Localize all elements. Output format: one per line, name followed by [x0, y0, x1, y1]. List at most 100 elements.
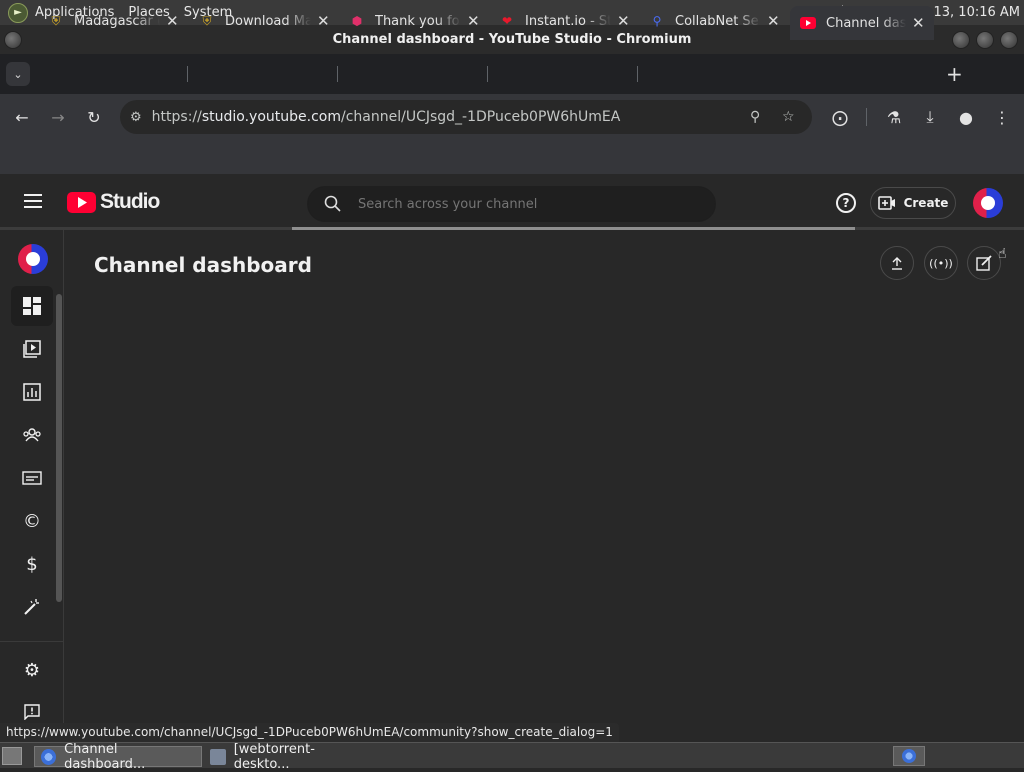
task-channel-dashboard[interactable]: Channel dashboard...	[34, 742, 202, 772]
tab-strip: ⌄	[0, 54, 1024, 94]
url-path: /channel/UCJsgd_-1DPuceb0PW6hUmEA	[340, 109, 621, 125]
reload-icon: ↻	[87, 107, 101, 127]
hexagon-heart-icon: ⬢	[351, 14, 363, 28]
sidebar-item-settings[interactable]: ⚙	[11, 650, 53, 690]
tab-divider	[487, 66, 488, 82]
gnome-foot-icon[interactable]: ►	[8, 2, 28, 23]
new-tab-button[interactable]: +	[946, 62, 963, 86]
tray-chromium-icon[interactable]	[893, 746, 925, 766]
studio-logo[interactable]: Studio	[67, 190, 160, 214]
sidebar-item-content[interactable]	[11, 329, 53, 369]
tab-madagascar[interactable]: ⛨ Madagascar ( ✕	[38, 6, 179, 36]
magnifier-icon: ⚲	[652, 14, 662, 28]
sidebar-divider	[0, 641, 64, 642]
close-window-button[interactable]	[1000, 31, 1018, 49]
help-icon: ?	[842, 196, 850, 210]
zoom-icon[interactable]: ⚲	[750, 109, 760, 125]
downloads-button[interactable]: ⤓	[916, 103, 944, 131]
tab-channel-dashboard[interactable]: Channel dash ✕	[790, 6, 934, 40]
tab-divider	[187, 66, 188, 82]
task-label: [webtorrent-deskto...	[233, 741, 315, 772]
copyright-icon: ©	[23, 510, 41, 532]
tab-title: Instant.io - St	[525, 13, 611, 29]
close-icon[interactable]: ✕	[912, 14, 925, 32]
dashboard-main: Channel dashboard ((•)) ☝	[64, 230, 1024, 742]
analytics-icon	[23, 383, 41, 401]
show-desktop-button[interactable]	[2, 747, 22, 765]
subtitles-icon	[22, 471, 42, 485]
tab-download[interactable]: ⛨ Download Ma ✕	[189, 6, 330, 36]
feedback-icon	[24, 704, 40, 720]
account-avatar[interactable]	[973, 188, 1003, 218]
browser-menu-button[interactable]: ⋮	[988, 103, 1016, 131]
channel-search[interactable]	[307, 186, 716, 222]
tab-divider	[337, 66, 338, 82]
search-input[interactable]	[358, 196, 688, 212]
extensions-button[interactable]: ⨀	[826, 103, 854, 131]
minimize-button[interactable]	[952, 31, 970, 49]
back-button[interactable]: ←	[8, 103, 36, 131]
studio-header: Studio ? Create	[0, 174, 1024, 230]
close-icon[interactable]: ✕	[467, 12, 480, 30]
upload-button[interactable]	[880, 246, 914, 280]
kebab-menu-icon: ⋮	[994, 107, 1010, 127]
close-icon[interactable]: ✕	[617, 12, 630, 30]
live-broadcast-icon: ((•))	[929, 256, 953, 270]
page-title: Channel dashboard	[94, 253, 312, 277]
tab-title: Madagascar (	[74, 13, 160, 29]
tab-collabnet[interactable]: ⚲ CollabNet Se ✕	[639, 6, 780, 36]
reload-button[interactable]: ↻	[80, 103, 108, 131]
channel-avatar[interactable]	[18, 244, 48, 274]
site-settings-icon[interactable]: ⚙	[130, 110, 142, 125]
terminal-icon	[210, 748, 226, 765]
shield-icon: ⛨	[202, 13, 212, 28]
upload-icon	[892, 257, 902, 270]
tab-thank-you[interactable]: ⬢ Thank you for ✕	[339, 6, 480, 36]
create-post-button[interactable]	[967, 246, 1001, 280]
tab-title: Download Ma	[225, 13, 311, 29]
sidebar-item-copyright[interactable]: ©	[11, 501, 53, 541]
taskbar: Channel dashboard... [webtorrent-deskto.…	[0, 742, 1024, 772]
create-button[interactable]: Create	[870, 187, 956, 219]
chromium-icon	[41, 748, 57, 765]
maximize-button[interactable]	[976, 31, 994, 49]
window-menu-button[interactable]	[4, 31, 22, 49]
tab-instant-io[interactable]: ❤ Instant.io - St ✕	[489, 6, 630, 36]
download-icon: ⤓	[926, 107, 934, 126]
sidebar-item-dashboard[interactable]	[11, 286, 53, 326]
arrow-right-icon: →	[51, 107, 65, 127]
bookmark-bar	[0, 140, 1024, 174]
profile-button[interactable]: ●	[952, 103, 980, 131]
close-icon[interactable]: ✕	[767, 12, 780, 30]
studio-sidebar: © $ ⚙	[0, 230, 64, 742]
sidebar-scrollbar[interactable]	[56, 294, 62, 602]
youtube-icon	[800, 15, 816, 31]
mouse-pointer-icon: ☝	[998, 246, 1007, 262]
url-host: studio.youtube.com	[201, 109, 341, 125]
close-icon[interactable]: ✕	[317, 12, 330, 30]
sidebar-item-community[interactable]	[11, 415, 53, 455]
sidebar-item-analytics[interactable]	[11, 372, 53, 412]
link-status-bubble: https://www.youtube.com/channel/UCJsgd_-…	[0, 723, 619, 742]
task-webtorrent[interactable]: [webtorrent-deskto...	[204, 742, 374, 772]
chevron-down-icon: ⌄	[13, 67, 23, 81]
bookmark-star-icon[interactable]: ☆	[782, 109, 795, 125]
address-bar[interactable]: ⚙ https://studio.youtube.com/channel/UCJ…	[120, 100, 812, 134]
shield-icon: ⛨	[51, 13, 61, 28]
help-button[interactable]: ?	[836, 193, 856, 213]
dashboard-icon	[23, 297, 41, 315]
content-icon	[23, 340, 41, 358]
create-video-icon	[877, 196, 895, 210]
tab-search-button[interactable]: ⌄	[6, 62, 30, 86]
gear-icon: ⚙	[23, 659, 41, 681]
close-icon[interactable]: ✕	[166, 12, 179, 30]
forward-button[interactable]: →	[44, 103, 72, 131]
sidebar-item-customization[interactable]	[11, 587, 53, 627]
go-live-button[interactable]: ((•))	[924, 246, 958, 280]
hamburger-menu-button[interactable]	[24, 194, 42, 208]
labs-button[interactable]: ⚗	[880, 103, 908, 131]
sidebar-item-subtitles[interactable]	[11, 458, 53, 498]
tab-title: Thank you for	[375, 13, 461, 29]
hamburger-icon	[24, 200, 42, 202]
sidebar-item-earn[interactable]: $	[11, 544, 53, 584]
